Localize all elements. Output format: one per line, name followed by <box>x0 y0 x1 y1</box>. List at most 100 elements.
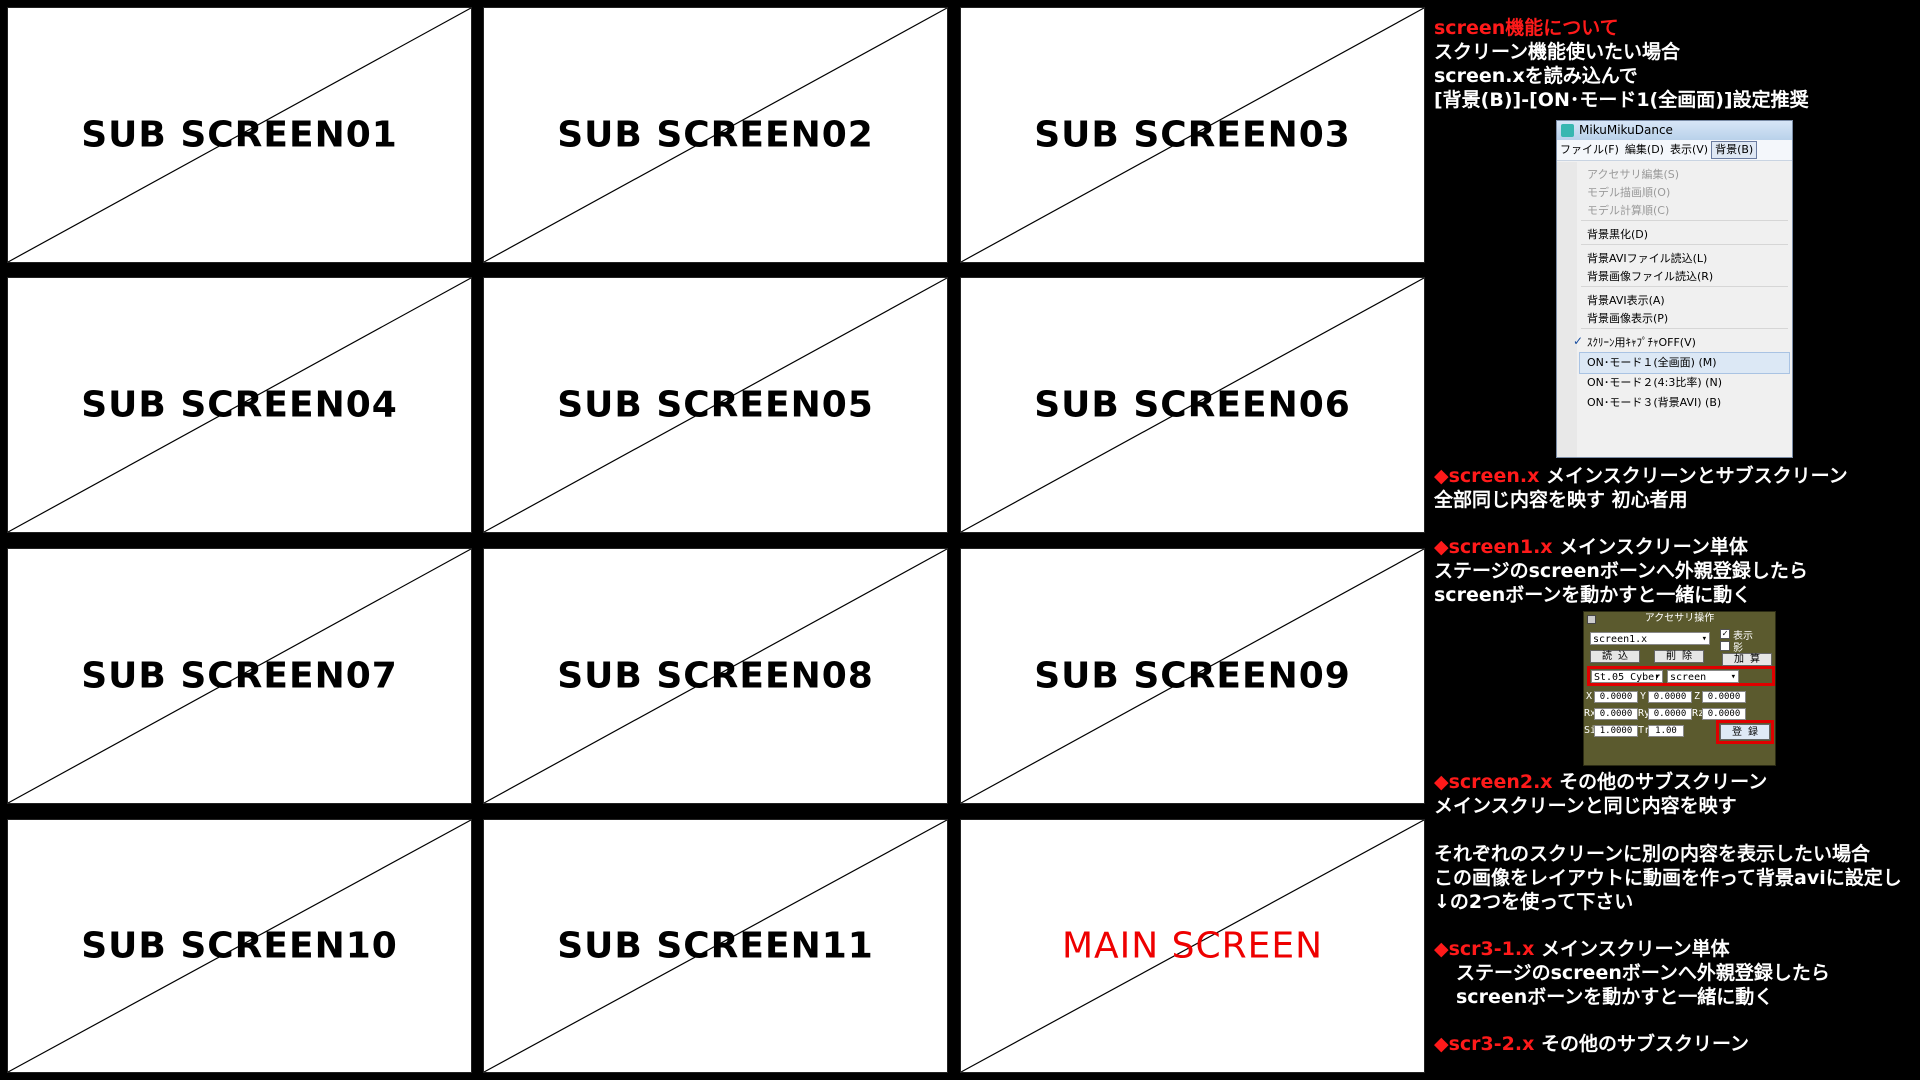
menu-item-on-mode-1[interactable]: ON･モード１(全画面) (M) <box>1587 354 1717 370</box>
section-desc: その他のサブスクリーン <box>1559 771 1768 793</box>
mmd-app-icon <box>1561 124 1574 137</box>
menu-item-screen-capture-off[interactable]: ✓ ｽｸﾘｰﾝ用ｷｬﾌﾟﾁｬOFF(V) <box>1573 334 1696 350</box>
info-panel: screen機能について スクリーン機能使いたい場合 screen.xを読み込ん… <box>1430 0 1920 1080</box>
note-line-3: ↓の2つを使って下さい <box>1434 891 1634 913</box>
screen-label: SUB SCREEN09 <box>1034 655 1351 697</box>
z-label: Z <box>1694 691 1701 702</box>
section-desc: メインスクリーン単体 <box>1559 536 1748 558</box>
si-value[interactable]: 1.0000 <box>1594 725 1638 737</box>
screen-label: SUB SCREEN11 <box>557 925 874 967</box>
menu-window-title: MikuMikuDance <box>1579 123 1673 137</box>
sub-screen-panel: SUB SCREEN03 <box>960 7 1425 263</box>
section-screen-x: ◆screen.x メインスクリーンとサブスクリーン <box>1434 464 1848 488</box>
screen-label: SUB SCREEN03 <box>1034 114 1351 156</box>
intro-line-1: スクリーン機能使いたい場合 <box>1434 41 1681 63</box>
menu-file[interactable]: ファイル(F) <box>1557 140 1622 160</box>
section-screen1-x: ◆screen1.x メインスクリーン単体 <box>1434 535 1748 559</box>
sub-screen-panel: SUB SCREEN08 <box>483 548 948 804</box>
sub-screen-panel: SUB SCREEN06 <box>960 277 1425 533</box>
menu-separator <box>1581 220 1788 221</box>
menu-separator <box>1581 328 1788 329</box>
sub-screen-panel: SUB SCREEN01 <box>7 7 472 263</box>
section-title: ◆screen2.x <box>1434 771 1553 793</box>
accessory-select[interactable]: screen1.x <box>1590 632 1710 646</box>
section-screen-x-desc: 全部同じ内容を映す 初心者用 <box>1434 489 1688 511</box>
intro-line-3: [背景(B)]-[ON･モード1(全画面)]設定推奨 <box>1434 89 1809 111</box>
menu-item-show-bg-avi[interactable]: 背景AVI表示(A) <box>1587 292 1665 308</box>
menu-item-model-draw-order: モデル描画順(O) <box>1587 186 1671 199</box>
menu-item-accessory-edit: アクセサリ編集(S) <box>1587 168 1680 181</box>
delete-button[interactable]: 削 除 <box>1654 650 1704 663</box>
ry-value[interactable]: 0.0000 <box>1648 708 1692 720</box>
section-screen1-x-desc-1: ステージのscreenボーンへ外親登録したら <box>1434 560 1808 582</box>
screen-label: SUB SCREEN07 <box>81 655 398 697</box>
accessory-panel-title: アクセサリ操作 <box>1644 613 1715 624</box>
sub-screen-panel: SUB SCREEN10 <box>7 819 472 1073</box>
x-label: X <box>1586 691 1593 702</box>
sub-screen-panel: SUB SCREEN07 <box>7 548 472 804</box>
note-line-2: この画像をレイアウトに動画を作って背景aviに設定し <box>1434 867 1902 889</box>
menu-item-on-mode-2[interactable]: ON･モード２(4:3比率) (N) <box>1587 374 1722 390</box>
menu-item-show-bg-image[interactable]: 背景画像表示(P) <box>1587 310 1668 326</box>
menu-separator <box>1581 286 1788 287</box>
menu-item-load-bg-image[interactable]: 背景画像ファイル読込(R) <box>1587 268 1713 284</box>
screen-label: MAIN SCREEN <box>1061 925 1324 967</box>
section-desc: メインスクリーン単体 <box>1540 938 1730 960</box>
menu-view[interactable]: 表示(V) <box>1667 140 1711 160</box>
menu-background[interactable]: 背景(B) <box>1711 141 1758 159</box>
shadow-checkbox-label: 影 <box>1733 643 1743 654</box>
menu-edit[interactable]: 編集(D) <box>1622 140 1667 160</box>
panel-heading: screen機能について <box>1434 17 1619 39</box>
section-scr3-2-x: ◆scr3-2.x その他のサブスクリーン <box>1434 1032 1749 1056</box>
screen-label: SUB SCREEN01 <box>81 114 398 156</box>
y-label: Y <box>1640 691 1647 702</box>
menu-separator <box>1581 244 1788 245</box>
menu-item-on-mode-3[interactable]: ON･モード３(背景AVI) (B) <box>1587 394 1721 410</box>
note-line-1: それぞれのスクリーンに別の内容を表示したい場合 <box>1434 843 1871 865</box>
tr-value[interactable]: 1.00 <box>1648 725 1684 737</box>
section-scr3-1-x-desc-2: screenボーンを動かすと一緒に動く <box>1456 986 1774 1008</box>
x-value[interactable]: 0.0000 <box>1594 691 1638 703</box>
checkmark-icon: ✓ <box>1573 334 1584 348</box>
section-title: ◆screen.x <box>1434 465 1540 487</box>
screen-label: SUB SCREEN06 <box>1034 384 1351 426</box>
parent-bone-select[interactable]: screen <box>1667 670 1739 684</box>
load-button[interactable]: 読 込 <box>1590 650 1640 663</box>
section-title: ◆screen1.x <box>1434 536 1553 558</box>
sub-screen-panel: SUB SCREEN09 <box>960 548 1425 804</box>
menu-item-label: ｽｸﾘｰﾝ用ｷｬﾌﾟﾁｬOFF(V) <box>1587 336 1696 349</box>
intro-line-2: screen.xを読み込んで <box>1434 65 1638 87</box>
section-screen2-x-desc: メインスクリーンと同じ内容を映す <box>1434 795 1737 817</box>
accessory-operation-panel: アクセサリ操作 screen1.x ✓ 表示 影 読 込 削 除 加 算 St.… <box>1583 611 1776 766</box>
rx-value[interactable]: 0.0000 <box>1594 708 1638 720</box>
section-screen2-x: ◆screen2.x その他のサブスクリーン <box>1434 770 1767 794</box>
rz-value[interactable]: 0.0000 <box>1702 708 1746 720</box>
menu-item-model-calc-order: モデル計算順(C) <box>1587 204 1670 217</box>
menu-titlebar: MikuMikuDance <box>1557 121 1792 140</box>
screen-label: SUB SCREEN02 <box>557 114 874 156</box>
section-title: ◆scr3-1.x <box>1434 938 1535 960</box>
parent-model-select[interactable]: St.05 Cyber <box>1591 670 1663 684</box>
mmd-background-menu-screenshot: MikuMikuDance ファイル(F) 編集(D) 表示(V) 背景(B) アクセ… <box>1556 120 1793 458</box>
screen-label: SUB SCREEN04 <box>81 384 398 426</box>
screen-label: SUB SCREEN08 <box>557 655 874 697</box>
main-screen-panel: MAIN SCREEN <box>960 819 1425 1073</box>
menu-bar: ファイル(F) 編集(D) 表示(V) 背景(B) <box>1557 140 1792 161</box>
screen-label: SUB SCREEN10 <box>81 925 398 967</box>
section-scr3-1-x: ◆scr3-1.x メインスクリーン単体 <box>1434 937 1730 961</box>
sub-screen-panel: SUB SCREEN11 <box>483 819 948 1073</box>
section-desc: メインスクリーンとサブスクリーン <box>1545 465 1848 487</box>
z-value[interactable]: 0.0000 <box>1702 691 1746 703</box>
show-checkbox[interactable]: ✓ <box>1720 629 1730 639</box>
y-value[interactable]: 0.0000 <box>1648 691 1692 703</box>
screen-label: SUB SCREEN05 <box>557 384 874 426</box>
add-button[interactable]: 加 算 <box>1722 653 1772 666</box>
section-title: ◆scr3-2.x <box>1434 1033 1535 1055</box>
section-desc: その他のサブスクリーン <box>1540 1033 1750 1055</box>
register-button[interactable]: 登 録 <box>1720 724 1770 740</box>
sub-screen-panel: SUB SCREEN05 <box>483 277 948 533</box>
sub-screen-panel: SUB SCREEN04 <box>7 277 472 533</box>
menu-item-black-bg[interactable]: 背景黒化(D) <box>1587 226 1648 242</box>
shadow-checkbox[interactable] <box>1720 641 1730 651</box>
menu-item-load-bg-avi[interactable]: 背景AVIファイル読込(L) <box>1587 250 1707 266</box>
